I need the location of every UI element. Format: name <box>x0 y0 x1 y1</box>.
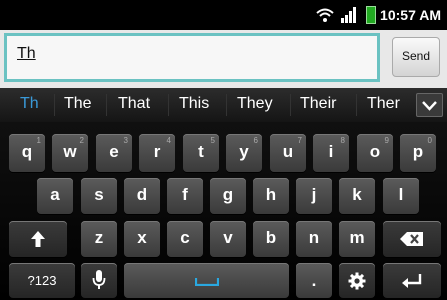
message-input-text: Th <box>17 45 36 62</box>
suggestion-item[interactable]: Ther <box>367 95 400 113</box>
suggestion-item[interactable]: That <box>118 95 150 113</box>
space-bar-icon <box>195 278 219 286</box>
backspace-icon <box>400 232 423 246</box>
key-a[interactable]: a <box>37 178 73 214</box>
key-v[interactable]: v <box>210 221 246 257</box>
suggestion-divider <box>356 94 357 116</box>
symbols-key[interactable]: ?123 <box>9 263 75 298</box>
suggestion-item[interactable]: They <box>237 95 273 113</box>
suggestion-item[interactable]: The <box>64 95 92 113</box>
shift-key[interactable] <box>9 221 67 257</box>
enter-key[interactable] <box>383 263 441 298</box>
key-w[interactable]: 2w <box>52 134 88 172</box>
key-j[interactable]: j <box>296 178 332 214</box>
backspace-key[interactable] <box>383 221 441 257</box>
key-label: n <box>308 228 320 247</box>
suggestion-item[interactable]: This <box>179 95 209 113</box>
key-q[interactable]: 1q <box>9 134 45 172</box>
key-y[interactable]: 6y <box>226 134 262 172</box>
key-label: ?123 <box>27 273 57 288</box>
key-b[interactable]: b <box>253 221 289 257</box>
key-label: d <box>136 185 148 204</box>
key-e[interactable]: 3e <box>96 134 132 172</box>
expand-suggestions-button[interactable] <box>416 93 443 117</box>
space-key[interactable] <box>124 263 289 298</box>
key-label: z <box>94 228 104 247</box>
key-l[interactable]: l <box>383 178 419 214</box>
key-label: g <box>222 185 234 204</box>
keyboard: 1q 2w 3e 4r 5t 6y 7u 8i 9o 0p a s d f g … <box>0 122 447 300</box>
message-input[interactable]: Th <box>4 33 380 82</box>
chevron-down-icon <box>422 101 437 111</box>
status-time: 10:57 AM <box>380 7 441 23</box>
voice-input-key[interactable] <box>81 263 117 298</box>
microphone-icon <box>92 270 106 289</box>
key-label: o <box>369 142 381 161</box>
key-n[interactable]: n <box>296 221 332 257</box>
key-label: b <box>265 228 277 247</box>
key-label: s <box>94 185 104 204</box>
key-label: h <box>265 185 277 204</box>
key-m[interactable]: m <box>339 221 375 257</box>
suggestion-divider <box>226 94 227 116</box>
key-label: t <box>198 142 204 161</box>
key-label: m <box>349 228 365 247</box>
key-i[interactable]: 8i <box>313 134 349 172</box>
key-label: v <box>223 228 233 247</box>
key-u[interactable]: 7u <box>270 134 306 172</box>
suggestion-divider <box>290 94 291 116</box>
key-f[interactable]: f <box>167 178 203 214</box>
suggestion-divider <box>168 94 169 116</box>
battery-icon <box>366 6 376 24</box>
key-label: . <box>311 271 317 290</box>
key-g[interactable]: g <box>210 178 246 214</box>
key-label: y <box>239 142 249 161</box>
send-button[interactable]: Send <box>392 37 440 77</box>
status-bar: 10:57 AM <box>0 0 447 30</box>
compose-bar: Th Send <box>0 30 447 88</box>
key-label: k <box>352 185 362 204</box>
key-s[interactable]: s <box>81 178 117 214</box>
shift-arrow-icon <box>31 231 45 247</box>
key-label: i <box>328 142 334 161</box>
key-z[interactable]: z <box>81 221 117 257</box>
key-o[interactable]: 9o <box>357 134 393 172</box>
suggestion-bar: Th The That This They Their Ther <box>0 88 447 122</box>
suggestion-divider <box>106 94 107 116</box>
key-r[interactable]: 4r <box>139 134 175 172</box>
key-k[interactable]: k <box>339 178 375 214</box>
key-label: x <box>137 228 147 247</box>
key-label: j <box>311 185 317 204</box>
key-label: w <box>63 142 77 161</box>
settings-key[interactable] <box>339 263 375 298</box>
key-c[interactable]: c <box>167 221 203 257</box>
key-label: f <box>182 185 188 204</box>
period-key[interactable]: . <box>296 263 332 298</box>
key-label: p <box>412 142 424 161</box>
key-p[interactable]: 0p <box>400 134 436 172</box>
key-d[interactable]: d <box>124 178 160 214</box>
wifi-icon <box>316 8 334 22</box>
suggestion-item[interactable]: Th <box>20 95 39 113</box>
key-label: r <box>153 142 161 161</box>
key-label: e <box>109 142 119 161</box>
suggestion-item[interactable]: Their <box>300 95 336 113</box>
send-button-label: Send <box>401 49 431 63</box>
key-h[interactable]: h <box>253 178 289 214</box>
gear-icon <box>348 272 366 290</box>
suggestion-divider <box>54 94 55 116</box>
key-label: l <box>398 185 404 204</box>
key-label: a <box>50 185 60 204</box>
key-x[interactable]: x <box>124 221 160 257</box>
enter-arrow-icon <box>402 274 422 288</box>
key-label: q <box>21 142 33 161</box>
key-label: c <box>180 228 190 247</box>
key-label: u <box>282 142 294 161</box>
signal-icon <box>341 7 356 23</box>
key-t[interactable]: 5t <box>183 134 219 172</box>
